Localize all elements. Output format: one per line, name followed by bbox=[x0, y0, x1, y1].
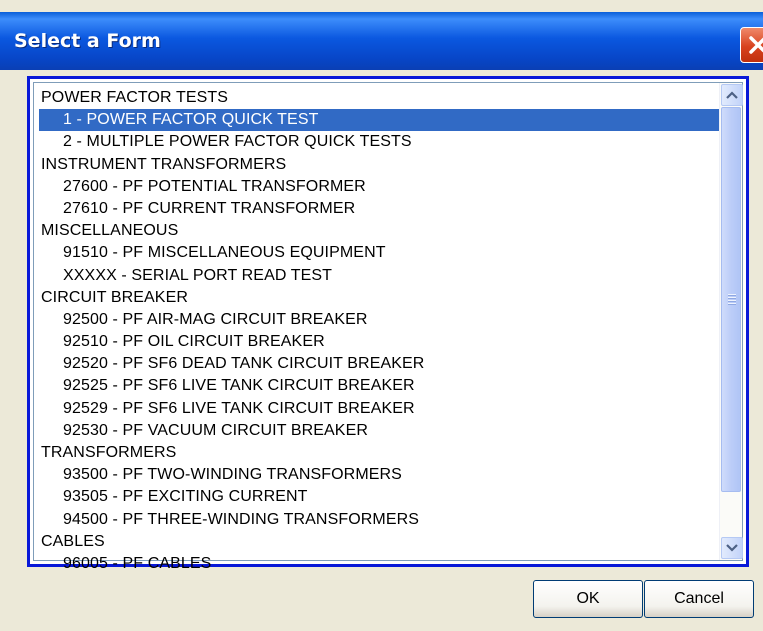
list-category-header[interactable]: TRANSFORMERS bbox=[39, 442, 724, 464]
list-item[interactable]: 92525 - PF SF6 LIVE TANK CIRCUIT BREAKER bbox=[39, 375, 724, 397]
scroll-thumb[interactable] bbox=[721, 107, 741, 492]
form-listbox[interactable]: POWER FACTOR TESTS 1 - POWER FACTOR QUICK… bbox=[27, 76, 749, 572]
list-item[interactable]: 92500 - PF AIR-MAG CIRCUIT BREAKER bbox=[39, 309, 724, 331]
list-item[interactable]: 2 - MULTIPLE POWER FACTOR QUICK TESTS bbox=[39, 131, 724, 153]
list-category-header[interactable]: POWER FACTOR TESTS bbox=[39, 87, 724, 109]
chevron-up-icon bbox=[726, 91, 738, 99]
list-category-header[interactable]: CIRCUIT BREAKER bbox=[39, 287, 724, 309]
list-item[interactable]: 94500 - PF THREE-WINDING TRANSFORMERS bbox=[39, 509, 724, 531]
list-item[interactable]: 27610 - PF CURRENT TRANSFORMER bbox=[39, 198, 724, 220]
title-bar[interactable]: Select a Form bbox=[0, 12, 763, 70]
list-category-header[interactable]: CABLES bbox=[39, 531, 724, 553]
close-button[interactable] bbox=[740, 27, 763, 63]
list-category-header[interactable]: MISCELLANEOUS bbox=[39, 220, 724, 242]
list-item[interactable]: 27600 - PF POTENTIAL TRANSFORMER bbox=[39, 176, 724, 198]
list-item[interactable]: 92510 - PF OIL CIRCUIT BREAKER bbox=[39, 331, 724, 353]
vertical-scrollbar[interactable] bbox=[719, 83, 743, 560]
scroll-down-button[interactable] bbox=[721, 537, 743, 559]
list-item[interactable]: XXXXX - SERIAL PORT READ TEST bbox=[39, 265, 724, 287]
list-item[interactable]: 91510 - PF MISCELLANEOUS EQUIPMENT bbox=[39, 242, 724, 264]
ok-button[interactable]: OK bbox=[533, 580, 643, 618]
list-item[interactable]: 93500 - PF TWO-WINDING TRANSFORMERS bbox=[39, 464, 724, 486]
list-item[interactable]: 93505 - PF EXCITING CURRENT bbox=[39, 486, 724, 508]
list-item[interactable]: 92520 - PF SF6 DEAD TANK CIRCUIT BREAKER bbox=[39, 353, 724, 375]
scroll-up-button[interactable] bbox=[721, 84, 743, 106]
list-item[interactable]: 92529 - PF SF6 LIVE TANK CIRCUIT BREAKER bbox=[39, 398, 724, 420]
list-item[interactable]: 1 - POWER FACTOR QUICK TEST bbox=[39, 109, 724, 132]
cancel-button[interactable]: Cancel bbox=[644, 580, 754, 618]
thumb-grip bbox=[728, 294, 736, 306]
list-item[interactable]: 96005 - PF CABLES bbox=[39, 553, 724, 575]
list-item[interactable]: 92530 - PF VACUUM CIRCUIT BREAKER bbox=[39, 420, 724, 442]
chevron-down-icon bbox=[726, 544, 738, 552]
list-category-header[interactable]: INSTRUMENT TRANSFORMERS bbox=[39, 154, 724, 176]
close-icon bbox=[749, 36, 763, 54]
form-list: POWER FACTOR TESTS 1 - POWER FACTOR QUICK… bbox=[39, 87, 724, 575]
select-form-dialog: Select a Form POWER FACTOR TESTS 1 - POWE… bbox=[0, 0, 763, 631]
dialog-title: Select a Form bbox=[14, 30, 161, 52]
